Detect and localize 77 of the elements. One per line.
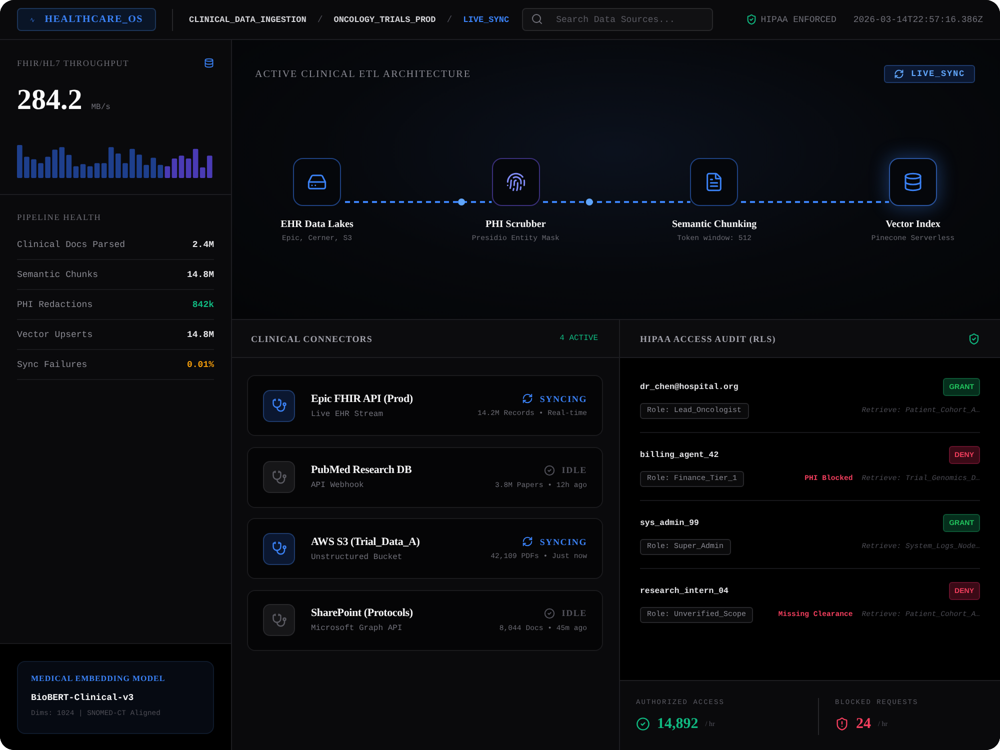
connector-source: Unstructured Bucket — [311, 552, 404, 562]
check-circle-icon — [636, 717, 650, 731]
panel-title: CLINICAL CONNECTORS — [251, 334, 373, 344]
search-field[interactable]: Search Data Sources... — [522, 8, 714, 31]
throughput-bar — [17, 145, 22, 178]
metric-label: PHI Redactions — [17, 300, 93, 310]
search-icon — [531, 13, 544, 25]
throughput-bar — [130, 148, 135, 178]
stethoscope-icon — [263, 532, 295, 564]
connector-name: PubMed Research DB — [311, 464, 412, 476]
active-count: 4 ACTIVE — [560, 334, 598, 343]
throughput-bar — [31, 159, 36, 178]
throughput-bar — [45, 156, 50, 178]
model-name: BioBERT-Clinical-v3 — [31, 692, 135, 704]
timestamp: 2026-03-14T22:57:16.386Z — [853, 14, 983, 24]
metric-label: Semantic Chunks — [17, 270, 98, 280]
metric-value: 14.8M — [186, 330, 214, 340]
summary-value: 24 — [856, 716, 871, 732]
breadcrumb-link[interactable]: CLINICAL_DATA_INGESTION — [189, 14, 306, 24]
breadcrumb-link[interactable]: LIVE_SYNC — [463, 14, 510, 24]
throughput-bar — [116, 154, 121, 178]
shield-check-icon — [746, 14, 757, 25]
panel-title: HIPAA ACCESS AUDIT (RLS) — [640, 334, 776, 344]
compliance-status: HIPAA ENFORCED — [760, 14, 836, 24]
connector-status: SYNCING — [540, 536, 587, 546]
throughput-bar — [24, 156, 30, 178]
connector-status: SYNCING — [540, 394, 587, 404]
breadcrumb-separator: / — [317, 14, 323, 24]
stethoscope-icon — [263, 461, 295, 493]
throughput-value: 284.2 — [17, 85, 82, 115]
summary-value: 14,892 — [657, 716, 698, 732]
stethoscope-icon — [263, 390, 295, 422]
shield-alert-icon — [835, 717, 849, 731]
metric-label: Clinical Docs Parsed — [17, 240, 126, 250]
connector-name: AWS S3 (Trial_Data_A) — [311, 536, 420, 548]
metric-value: 2.4M — [192, 240, 214, 250]
metric-label: Vector Upserts — [17, 330, 93, 340]
node-label: PHI Scrubber — [486, 218, 546, 232]
model-card-title: MEDICAL EMBEDDING MODEL — [31, 673, 166, 685]
throughput-bar — [38, 163, 44, 178]
refresh-icon — [894, 69, 904, 79]
section-title: PIPELINE HEALTH — [17, 211, 102, 223]
section-title: FHIR/HL7 THROUGHPUT — [17, 57, 130, 69]
panel-title: ACTIVE CLINICAL ETL ARCHITECTURE — [255, 68, 471, 80]
metric-value: 14.8M — [186, 270, 214, 280]
sync-label: LIVE_SYNC — [910, 69, 965, 79]
stethoscope-icon — [263, 604, 295, 636]
refresh-icon — [522, 536, 533, 547]
audit-user: sys_admin_99 — [640, 518, 699, 528]
breadcrumb-separator: / — [446, 14, 452, 24]
audit-user: dr_chen@hospital.org — [640, 382, 738, 392]
check-circle-icon — [544, 608, 555, 618]
metric-label: Sync Failures — [17, 360, 88, 370]
throughput-bar — [136, 154, 142, 178]
throughput-bar — [122, 163, 128, 178]
node-label: Vector Index — [886, 218, 940, 232]
throughput-bar — [144, 164, 149, 178]
connector-source: API Webhook — [311, 481, 365, 490]
throughput-unit: MB/s — [91, 103, 110, 112]
metric-value: 842k — [192, 300, 214, 310]
check-circle-icon — [544, 464, 555, 476]
audit-user: billing_agent_42 — [640, 450, 719, 460]
metric-value: 0.01% — [186, 360, 214, 370]
audit-user: research_intern_04 — [640, 586, 728, 596]
connector-source: Microsoft Graph API — [311, 624, 404, 633]
database-icon — [204, 58, 214, 68]
node-label: EHR Data Lakes — [280, 218, 354, 232]
connector-name: Epic FHIR API (Prod) — [311, 392, 413, 404]
shield-check-icon — [968, 332, 980, 344]
connector-status: IDLE — [562, 465, 587, 475]
node-label: Semantic Chunking — [672, 218, 757, 232]
app-logo[interactable]: HEALTHCARE_OS — [17, 8, 156, 31]
connector-status: IDLE — [562, 608, 587, 618]
refresh-icon — [522, 393, 533, 404]
connector-source: Live EHR Stream — [311, 410, 384, 418]
breadcrumb-link[interactable]: ONCOLOGY_TRIALS_PROD — [334, 14, 436, 24]
connector-name: SharePoint (Protocols) — [311, 607, 413, 619]
